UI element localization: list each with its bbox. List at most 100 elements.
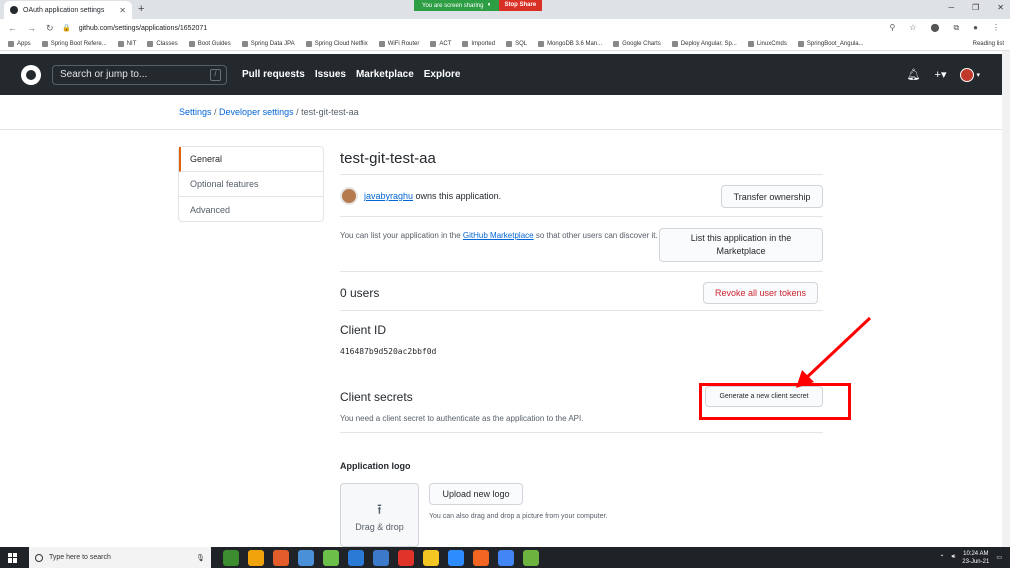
back-icon[interactable]: ← (8, 23, 17, 34)
github-logo-icon[interactable] (21, 64, 41, 85)
nav-explore[interactable]: Explore (424, 69, 461, 80)
taskbar-app-icon[interactable] (448, 549, 464, 566)
list-in-marketplace-button[interactable]: List this application in the Marketplace (659, 228, 823, 262)
bookmark-item[interactable]: Spring Boot Refere... (41, 40, 107, 47)
taskbar-app-icon[interactable] (473, 549, 489, 566)
bookmark-item[interactable]: Apps (8, 40, 31, 47)
nav-marketplace[interactable]: Marketplace (356, 69, 414, 80)
bookmark-item[interactable]: Boot Guides (188, 40, 231, 47)
bookmark-item[interactable]: Deploy Angular, Sp... (671, 40, 737, 47)
stop-share-button[interactable]: Stop Share (498, 0, 543, 11)
breadcrumb-settings[interactable]: Settings (179, 107, 212, 117)
notifications-icon[interactable]: ▭ (996, 554, 1002, 561)
upload-hint: You can also drag and drop a picture fro… (429, 513, 608, 520)
lock-icon[interactable]: 🔒 (62, 24, 71, 32)
bookmark-item[interactable]: Spring Cloud Netflix (305, 40, 368, 47)
taskbar-app-icon[interactable] (523, 549, 539, 566)
clock[interactable]: 10:24 AM 23-Jun-21 (962, 550, 989, 566)
bookmark-item[interactable]: LinuxCmds (747, 40, 787, 47)
volume-icon[interactable]: 🔊︎ (952, 554, 956, 561)
bell-icon[interactable]: 🔔︎ (907, 68, 921, 81)
breadcrumb-developer-settings[interactable]: Developer settings (219, 107, 294, 117)
owner-link[interactable]: javabyraghu (364, 191, 413, 201)
annotation-arrow-icon (796, 316, 872, 388)
create-new-menu[interactable]: +▾ (935, 68, 947, 81)
windows-taskbar: Type here to search 🎙︎ ⌃ 🔊︎ 10:24 AM 23-… (0, 547, 1010, 568)
profile-icon[interactable]: ● (973, 23, 978, 33)
new-tab-icon[interactable]: + (138, 3, 144, 15)
minimize-icon[interactable]: ─ (948, 3, 954, 12)
bookmark-item[interactable]: MongoDB 3.6 Man... (538, 40, 602, 47)
bookmark-item[interactable]: SpringBoot_Angula... (797, 40, 864, 47)
screen-share-banner: You are screen sharing ⏸ Stop Share (414, 0, 543, 11)
taskbar-app-icon[interactable] (323, 549, 339, 566)
network-icon[interactable]: ⌃ (939, 554, 944, 561)
bookmark-item[interactable]: SQL (506, 40, 527, 47)
taskbar-app-icon[interactable] (298, 549, 314, 566)
taskbar-app-icon[interactable] (398, 549, 414, 566)
nav-pull-requests[interactable]: Pull requests (242, 69, 305, 80)
transfer-ownership-button[interactable]: Transfer ownership (721, 185, 823, 208)
upload-logo-button[interactable]: Upload new logo (429, 483, 523, 505)
taskbar-app-icon[interactable] (248, 549, 264, 566)
scrollbar[interactable] (1002, 51, 1010, 547)
taskbar-app-icon[interactable] (223, 549, 239, 566)
windows-start-icon[interactable] (8, 552, 18, 563)
address-bar: ← → ↻ 🔒 github.com/settings/applications… (0, 19, 1010, 37)
chevron-down-icon: ▾ (976, 71, 980, 79)
owner-row: javabyraghu owns this application. (340, 187, 501, 205)
extension-icon[interactable]: ⬤ (930, 23, 939, 33)
system-tray: ⌃ 🔊︎ 10:24 AM 23-Jun-21 ▭ (939, 550, 1010, 566)
star-icon[interactable]: ☆ (909, 23, 916, 33)
reading-list[interactable]: Reading list (973, 41, 1010, 47)
forward-icon[interactable]: → (27, 23, 36, 34)
taskbar-app-icon[interactable] (273, 549, 289, 566)
divider (340, 432, 823, 433)
bookmark-item[interactable]: Classes (147, 40, 178, 47)
user-menu[interactable]: ▾ (960, 67, 980, 82)
bookmark-item[interactable]: WiFi Router (378, 40, 419, 47)
search-shortcut-badge: / (210, 68, 221, 81)
bookmark-item[interactable]: ACT (430, 40, 451, 47)
bookmark-item[interactable]: Google Charts (613, 40, 661, 47)
taskbar-app-icon[interactable] (423, 549, 439, 566)
restore-icon[interactable]: ❐ (972, 3, 979, 12)
avatar (960, 67, 975, 82)
divider (340, 310, 823, 311)
sidebar-item-advanced[interactable]: Advanced (179, 197, 323, 222)
taskbar-app-icon[interactable] (498, 549, 514, 566)
close-tab-icon[interactable]: ✕ (119, 6, 126, 15)
logo-dropzone[interactable]: ⭱ Drag & drop (340, 483, 419, 547)
nav-buttons: ← → ↻ (0, 23, 62, 34)
users-count-heading: 0 users (340, 286, 380, 300)
revoke-tokens-button[interactable]: Revoke all user tokens (703, 282, 818, 304)
marketplace-text: You can list your application in the Git… (340, 231, 658, 240)
taskbar-app-icon[interactable] (373, 549, 389, 566)
taskbar-app-icon[interactable] (348, 549, 364, 566)
puzzle-icon[interactable]: ⧉ (953, 23, 959, 33)
menu-icon[interactable]: ⋮ (992, 23, 1000, 33)
taskbar-apps (223, 549, 539, 566)
taskbar-search-input[interactable]: Type here to search 🎙︎ (29, 547, 211, 568)
bookmark-item[interactable]: NIT (117, 40, 136, 47)
pause-icon[interactable]: ⏸ (488, 2, 491, 9)
bookmark-icon (797, 40, 804, 47)
bookmark-item[interactable]: Imported (462, 40, 495, 47)
zoom-icon[interactable]: ⚲ (889, 23, 895, 33)
bookmark-item[interactable]: Spring Data JPA (241, 40, 295, 47)
sidebar-item-optional-features[interactable]: Optional features (179, 172, 323, 197)
reload-icon[interactable]: ↻ (46, 23, 54, 34)
search-input[interactable]: Search or jump to... / (52, 64, 227, 85)
tab-title: OAuth application settings (23, 6, 105, 14)
bookmark-icon (147, 40, 154, 47)
nav-issues[interactable]: Issues (315, 69, 346, 80)
microphone-icon[interactable]: 🎙︎ (196, 554, 205, 562)
marketplace-link[interactable]: GitHub Marketplace (463, 231, 534, 240)
url-field[interactable]: github.com/settings/applications/1652071 (71, 25, 890, 32)
header-actions: 🔔︎ +▾ ▾ (907, 67, 980, 82)
breadcrumb-current: test-git-test-aa (301, 107, 359, 117)
browser-tab[interactable]: OAuth application settings ✕ (4, 1, 132, 19)
close-window-icon[interactable]: ✕ (997, 3, 1004, 12)
bookmark-icon (462, 40, 469, 47)
sidebar-item-general[interactable]: General (179, 147, 323, 172)
